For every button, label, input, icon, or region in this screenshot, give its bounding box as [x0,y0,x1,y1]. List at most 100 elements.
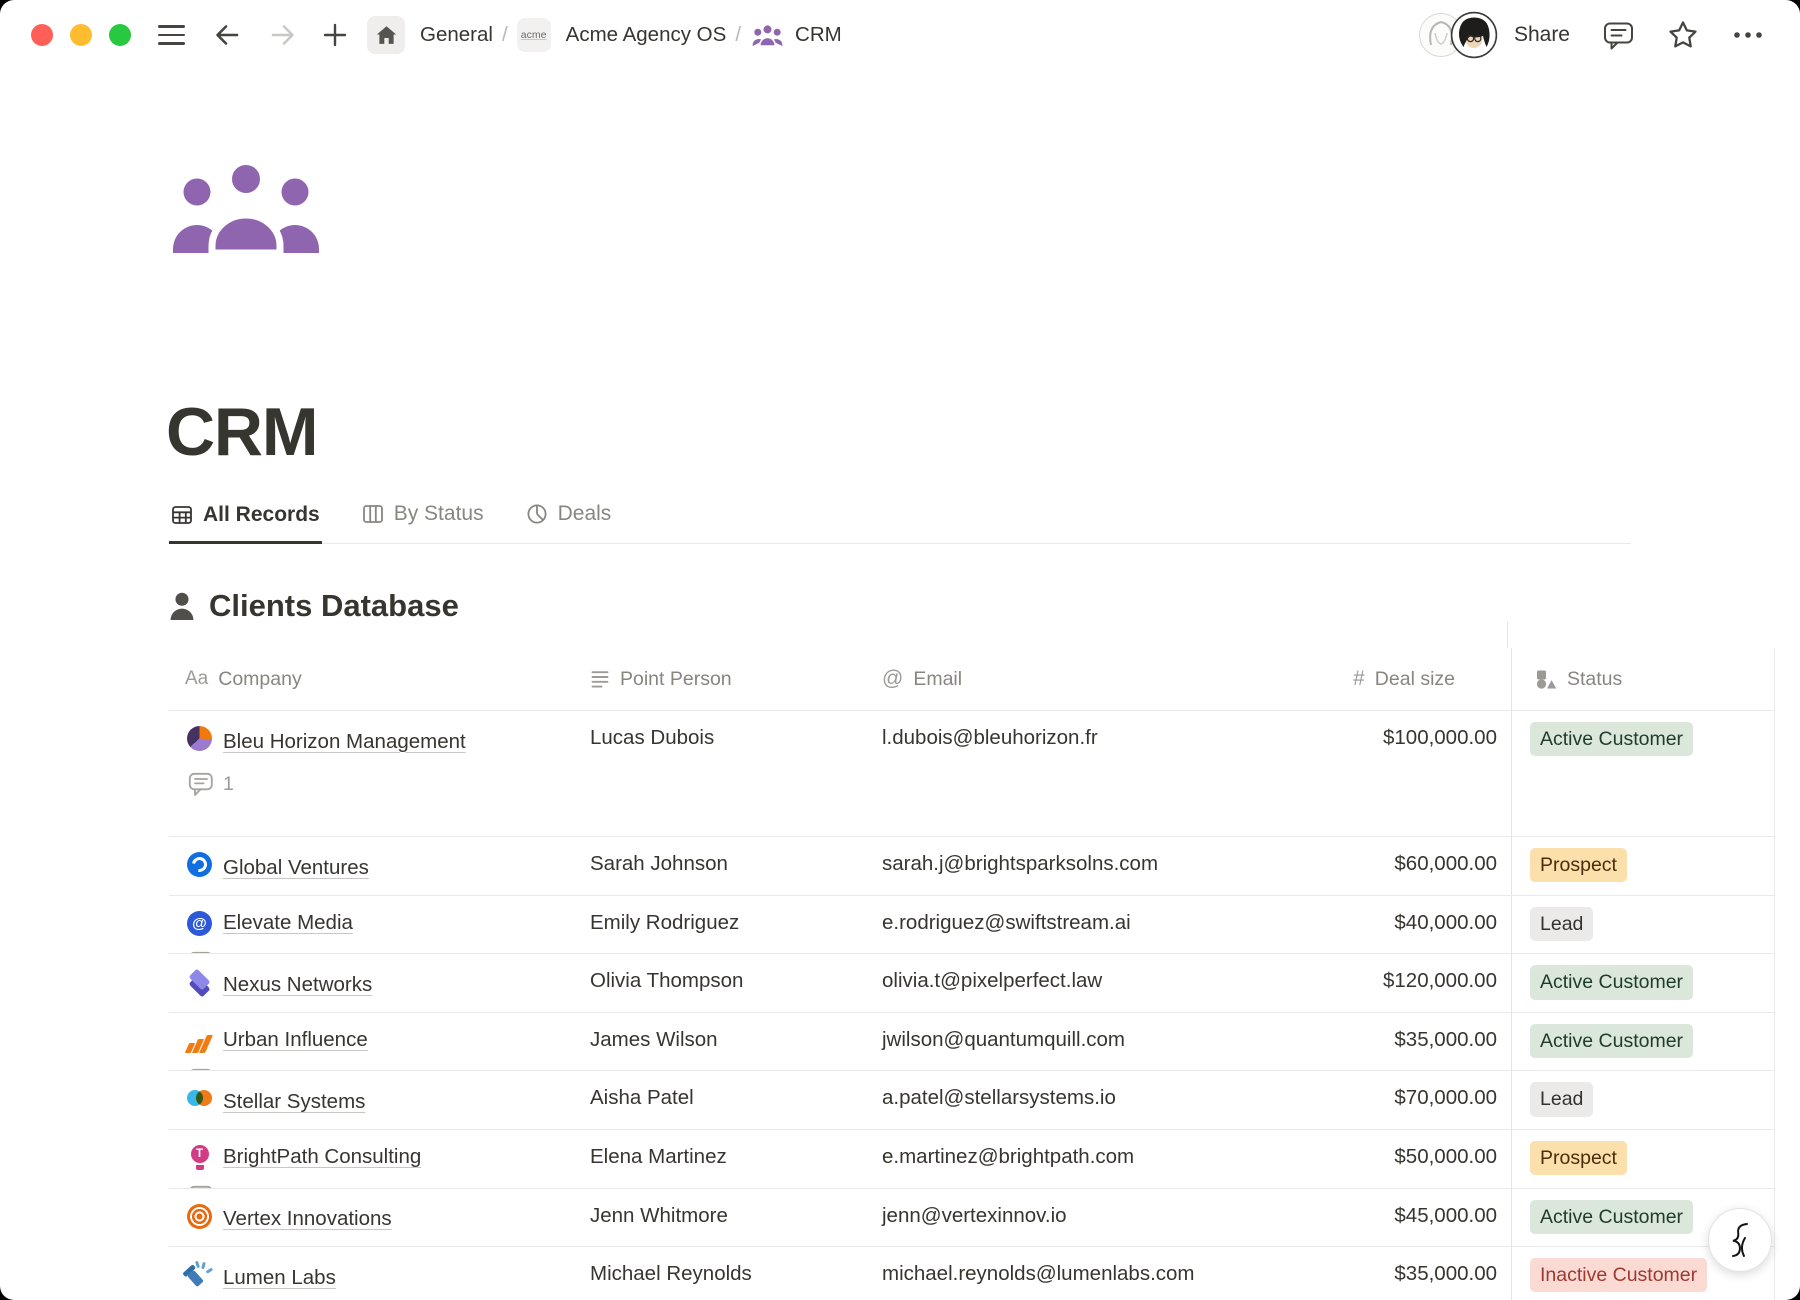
company-link[interactable]: Elevate Media [223,911,353,935]
status-badge[interactable]: Lead [1530,1082,1593,1116]
close-button[interactable] [31,24,53,46]
point-person-cell[interactable]: Olivia Thompson [574,954,866,1012]
company-link[interactable]: Nexus Networks [223,973,372,997]
deal-size-cell[interactable]: $40,000.00 [1293,896,1511,954]
company-link[interactable]: BrightPath Consulting [223,1145,421,1169]
company-link[interactable]: Urban Influence [223,1028,368,1052]
deal-size-cell[interactable]: $35,000.00 [1293,1013,1511,1071]
point-person-cell[interactable]: James Wilson [574,1013,866,1071]
point-person-cell[interactable]: Elena Martinez [574,1130,866,1188]
email-link[interactable]: michael.reynolds@lumenlabs.com [882,1262,1195,1286]
status-badge[interactable]: Lead [1530,907,1593,941]
status-badge[interactable]: Prospect [1530,1141,1627,1175]
company-cell[interactable]: Nexus Networks [169,954,574,1012]
column-header-email[interactable]: @ Email [866,648,1293,710]
home-button[interactable] [367,16,405,54]
comments-button[interactable] [1603,21,1634,50]
deal-size-cell[interactable]: $45,000.00 [1293,1189,1511,1247]
company-cell[interactable]: BrightPath Consulting [169,1130,574,1188]
company-cell[interactable]: Elevate Media [169,896,574,954]
point-person-cell[interactable]: Lucas Dubois [574,711,866,836]
point-person-cell[interactable]: Sarah Johnson [574,837,866,895]
email-cell[interactable]: e.martinez@brightpath.com [866,1130,1293,1188]
company-cell[interactable]: Urban Influence [169,1013,574,1071]
email-cell[interactable]: jenn@vertexinnov.io [866,1189,1293,1247]
sidebar-menu-button[interactable] [158,25,185,45]
company-cell[interactable]: Vertex Innovations [169,1189,574,1247]
tab-deals[interactable]: Deals [524,496,614,543]
company-link[interactable]: Lumen Labs [223,1266,336,1290]
company-link[interactable]: Global Ventures [223,856,369,880]
table-row[interactable]: Vertex Innovations Jenn Whitmore jenn@ve… [169,1189,1775,1248]
comment-count[interactable] [188,1068,562,1071]
column-header-status[interactable]: Status [1511,648,1775,710]
status-cell[interactable]: Lead [1511,1071,1775,1129]
table-row[interactable]: Urban Influence James Wilson jwilson@qua… [169,1013,1775,1072]
point-person-cell[interactable]: Emily Rodriguez [574,896,866,954]
forward-button[interactable] [267,19,299,51]
email-cell[interactable]: a.patel@stellarsystems.io [866,1071,1293,1129]
deal-size-cell[interactable]: $50,000.00 [1293,1130,1511,1188]
page-icon[interactable] [171,158,321,259]
status-badge[interactable]: Inactive Customer [1530,1258,1707,1292]
page-title[interactable]: CRM [166,398,317,466]
deal-size-cell[interactable]: $120,000.00 [1293,954,1511,1012]
status-cell[interactable]: Lead [1511,896,1775,954]
email-cell[interactable]: e.rodriguez@swiftstream.ai [866,896,1293,954]
status-cell[interactable]: Active Customer [1511,711,1775,836]
email-link[interactable]: l.dubois@bleuhorizon.fr [882,726,1098,750]
table-row[interactable]: BrightPath Consulting Elena Martinez e.m… [169,1130,1775,1189]
deal-size-cell[interactable]: $100,000.00 [1293,711,1511,836]
deal-size-cell[interactable]: $60,000.00 [1293,837,1511,895]
ai-assistant-button[interactable] [1708,1208,1772,1272]
point-person-cell[interactable]: Jenn Whitmore [574,1189,866,1247]
company-link[interactable]: Vertex Innovations [223,1207,392,1231]
status-badge[interactable]: Active Customer [1530,1024,1693,1058]
email-cell[interactable]: l.dubois@bleuhorizon.fr [866,711,1293,836]
minimize-button[interactable] [70,24,92,46]
status-badge[interactable]: Active Customer [1530,965,1693,999]
company-cell[interactable]: Stellar Systems [169,1071,574,1129]
table-row[interactable]: Stellar Systems Aisha Patel a.patel@stel… [169,1071,1775,1130]
deal-size-cell[interactable]: $35,000.00 [1293,1247,1511,1300]
comment-count[interactable]: 1 [188,772,562,797]
status-badge[interactable]: Active Customer [1530,722,1693,756]
status-badge[interactable]: Active Customer [1530,1200,1693,1234]
status-cell[interactable]: Prospect [1511,1130,1775,1188]
status-cell[interactable]: Active Customer [1511,1013,1775,1071]
point-person-cell[interactable]: Michael Reynolds [574,1247,866,1300]
breadcrumb-root[interactable]: General [420,23,493,47]
company-link[interactable]: Bleu Horizon Management [223,730,466,754]
database-title[interactable]: Clients Database [209,588,459,624]
email-cell[interactable]: olivia.t@pixelperfect.law [866,954,1293,1012]
company-cell[interactable]: Bleu Horizon Management 1 [169,711,574,836]
status-cell[interactable]: Active Customer [1511,954,1775,1012]
point-person-cell[interactable]: Aisha Patel [574,1071,866,1129]
table-row[interactable]: Bleu Horizon Management 1 Lucas Dubois l… [169,711,1775,837]
comment-count[interactable] [188,1185,562,1188]
column-header-company[interactable]: Aa Company [169,648,574,710]
table-row[interactable]: Lumen Labs Michael Reynolds michael.reyn… [169,1247,1775,1300]
column-header-deal-size[interactable]: # Deal size [1293,648,1511,710]
status-badge[interactable]: Prospect [1530,848,1627,882]
table-row[interactable]: Nexus Networks Olivia Thompson olivia.t@… [169,954,1775,1013]
tab-all-records[interactable]: All Records [169,496,322,544]
email-cell[interactable]: sarah.j@brightsparksolns.com [866,837,1293,895]
favorite-button[interactable] [1667,19,1699,51]
column-header-point-person[interactable]: Point Person [574,648,866,710]
email-link[interactable]: jenn@vertexinnov.io [882,1204,1067,1228]
new-tab-button[interactable] [321,21,349,49]
zoom-button[interactable] [109,24,131,46]
company-link[interactable]: Stellar Systems [223,1090,365,1114]
deal-size-cell[interactable]: $70,000.00 [1293,1071,1511,1129]
email-link[interactable]: jwilson@quantumquill.com [882,1028,1125,1052]
back-button[interactable] [211,19,243,51]
share-button[interactable]: Share [1514,23,1570,47]
company-cell[interactable]: Global Ventures [169,837,574,895]
table-row[interactable]: Global Ventures Sarah Johnson sarah.j@br… [169,837,1775,896]
email-link[interactable]: sarah.j@brightsparksolns.com [882,852,1158,876]
email-cell[interactable]: jwilson@quantumquill.com [866,1013,1293,1071]
email-cell[interactable]: michael.reynolds@lumenlabs.com [866,1247,1293,1300]
email-link[interactable]: e.rodriguez@swiftstream.ai [882,911,1131,935]
comment-count[interactable] [188,951,562,954]
